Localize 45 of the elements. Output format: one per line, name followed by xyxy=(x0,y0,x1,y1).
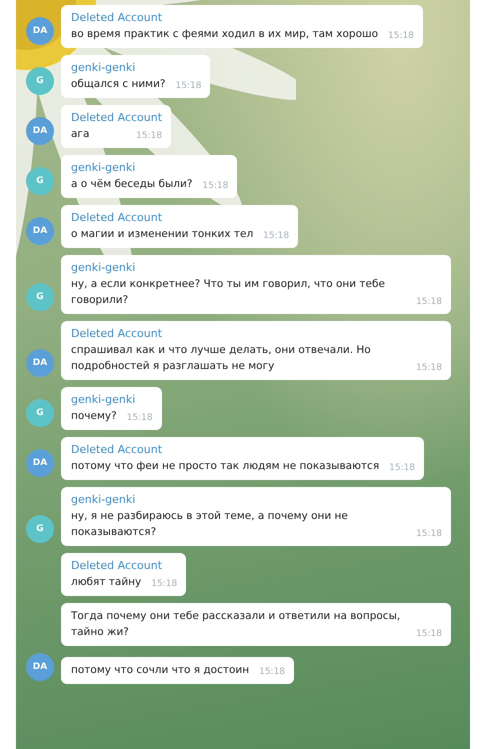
sender-name[interactable]: genki-genki xyxy=(71,260,442,276)
sender-name[interactable]: Deleted Account xyxy=(71,10,414,26)
avatar[interactable]: G xyxy=(26,283,54,311)
message-text: общался с ними? xyxy=(71,77,166,92)
message-text: во время практик с феями ходил в их мир, там хорошо xyxy=(71,27,378,42)
message-text: спрашивал как и что лучше делать, они отвечали. Но подробностей я разглашать не могу xyxy=(71,343,372,374)
avatar[interactable]: DA xyxy=(26,349,54,377)
message-time: 15:18 xyxy=(263,230,290,242)
sender-name[interactable]: genki-genki xyxy=(71,392,153,408)
message-text: ну, я не разбираюсь в этой теме, а почему они не показываются? xyxy=(71,509,349,540)
message-text: о магии и изменении тонких тел xyxy=(71,227,254,242)
sender-name[interactable]: Deleted Account xyxy=(71,442,416,458)
message-time: 15:18 xyxy=(126,412,153,424)
avatar[interactable]: DA xyxy=(26,653,54,681)
avatar[interactable]: G xyxy=(26,167,54,195)
sender-name[interactable]: Deleted Account xyxy=(71,326,442,342)
sender-name[interactable]: genki-genki xyxy=(71,60,202,76)
message-time: 15:18 xyxy=(388,30,414,42)
avatar[interactable]: DA xyxy=(26,217,54,245)
message-time: 15:18 xyxy=(416,296,442,308)
message-text: Тогда почему они тебе рассказали и ответили на вопросы, тайно жи? xyxy=(71,609,402,640)
message-time: 15:18 xyxy=(259,666,286,678)
message-time: 15:18 xyxy=(389,462,416,474)
sender-name[interactable]: genki-genki xyxy=(71,492,442,508)
message-text: ну, а если конкретнее? Что ты им говорил, что они тебе говорили? xyxy=(71,277,386,308)
message-text: потому что феи не просто так людям не показываются xyxy=(71,459,380,474)
sender-name[interactable]: Deleted Account xyxy=(71,110,162,126)
message-text: а о чём беседы были? xyxy=(71,177,192,192)
avatar[interactable]: DA xyxy=(26,449,54,477)
avatar[interactable]: G xyxy=(26,399,54,427)
sender-name[interactable]: Deleted Account xyxy=(71,210,290,226)
message-time: 15:18 xyxy=(151,578,178,590)
avatar[interactable]: G xyxy=(26,515,54,543)
sender-name[interactable]: genki-genki xyxy=(71,160,228,176)
message-text: ага xyxy=(71,127,90,142)
sender-name[interactable]: Deleted Account xyxy=(71,558,178,574)
message-time: 15:18 xyxy=(416,528,442,540)
message-time: 15:18 xyxy=(202,180,228,192)
message-text: почему? xyxy=(71,409,117,424)
message-time: 15:18 xyxy=(136,130,162,142)
message-text: любят тайну xyxy=(71,575,142,590)
message-time: 15:18 xyxy=(416,628,442,640)
message-time: 15:18 xyxy=(416,362,442,374)
message-time: 15:18 xyxy=(175,80,202,92)
message-text: потому что сочли что я достоин xyxy=(71,663,250,678)
